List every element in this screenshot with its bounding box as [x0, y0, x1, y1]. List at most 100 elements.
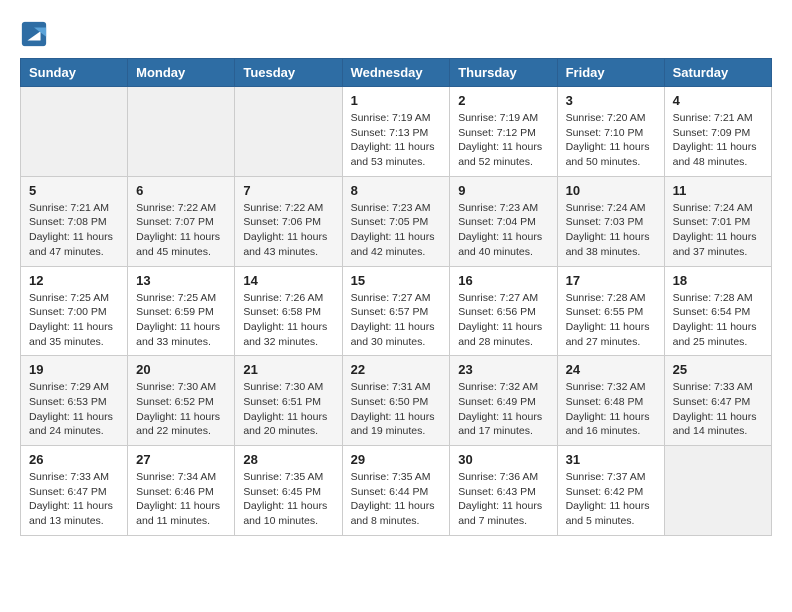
day-number: 20: [136, 362, 226, 377]
calendar-cell: 29 Sunrise: 7:35 AM Sunset: 6:44 PM Dayli…: [342, 446, 450, 536]
calendar-cell: 5Sunrise: 7:21 AM Sunset: 7:08 PM Daylig…: [21, 176, 128, 266]
weekday-header: Saturday: [664, 59, 771, 87]
day-info: Sunrise: 7:28 AM Sunset: 6:55 PM Dayligh…: [566, 291, 656, 350]
calendar-cell: 14 Sunrise: 7:26 AM Sunset: 6:58 PM Dayli…: [235, 266, 342, 356]
calendar-cell: 15 Sunrise: 7:27 AM Sunset: 6:57 PM Dayli…: [342, 266, 450, 356]
day-info: Sunrise: 7:36 AM Sunset: 6:43 PM Dayligh…: [458, 470, 548, 529]
day-number: 29: [351, 452, 442, 467]
day-number: 5: [29, 183, 119, 198]
day-number: 22: [351, 362, 442, 377]
day-number: 9: [458, 183, 548, 198]
day-info: Sunrise: 7:24 AM Sunset: 7:03 PM Dayligh…: [566, 201, 656, 260]
calendar-week-row: 12Sunrise: 7:25 AM Sunset: 7:00 PM Dayli…: [21, 266, 772, 356]
day-info: Sunrise: 7:32 AM Sunset: 6:49 PM Dayligh…: [458, 380, 548, 439]
day-number: 18: [673, 273, 763, 288]
day-number: 1: [351, 93, 442, 108]
day-info: Sunrise: 7:37 AM Sunset: 6:42 PM Dayligh…: [566, 470, 656, 529]
day-info: Sunrise: 7:35 AM Sunset: 6:44 PM Dayligh…: [351, 470, 442, 529]
calendar-cell: 25Sunrise: 7:33 AM Sunset: 6:47 PM Dayli…: [664, 356, 771, 446]
day-info: Sunrise: 7:30 AM Sunset: 6:51 PM Dayligh…: [243, 380, 333, 439]
calendar-body: 1 Sunrise: 7:19 AM Sunset: 7:13 PM Daylig…: [21, 87, 772, 536]
day-info: Sunrise: 7:34 AM Sunset: 6:46 PM Dayligh…: [136, 470, 226, 529]
weekday-header: Sunday: [21, 59, 128, 87]
day-info: Sunrise: 7:23 AM Sunset: 7:04 PM Dayligh…: [458, 201, 548, 260]
day-number: 19: [29, 362, 119, 377]
day-info: Sunrise: 7:26 AM Sunset: 6:58 PM Dayligh…: [243, 291, 333, 350]
day-number: 13: [136, 273, 226, 288]
calendar-week-row: 19 Sunrise: 7:29 AM Sunset: 6:53 PM Dayli…: [21, 356, 772, 446]
weekday-header: Friday: [557, 59, 664, 87]
day-info: Sunrise: 7:29 AM Sunset: 6:53 PM Dayligh…: [29, 380, 119, 439]
calendar-cell: 30 Sunrise: 7:36 AM Sunset: 6:43 PM Dayli…: [450, 446, 557, 536]
calendar: SundayMondayTuesdayWednesdayThursdayFrid…: [20, 58, 772, 536]
day-number: 23: [458, 362, 548, 377]
calendar-cell: 28Sunrise: 7:35 AM Sunset: 6:45 PM Dayli…: [235, 446, 342, 536]
weekday-header: Tuesday: [235, 59, 342, 87]
calendar-cell: 16Sunrise: 7:27 AM Sunset: 6:56 PM Dayli…: [450, 266, 557, 356]
day-number: 10: [566, 183, 656, 198]
day-info: Sunrise: 7:27 AM Sunset: 6:57 PM Dayligh…: [351, 291, 442, 350]
day-number: 17: [566, 273, 656, 288]
calendar-cell: 17 Sunrise: 7:28 AM Sunset: 6:55 PM Dayli…: [557, 266, 664, 356]
day-info: Sunrise: 7:21 AM Sunset: 7:09 PM Dayligh…: [673, 111, 763, 170]
calendar-week-row: 5Sunrise: 7:21 AM Sunset: 7:08 PM Daylig…: [21, 176, 772, 266]
day-number: 28: [243, 452, 333, 467]
day-info: Sunrise: 7:19 AM Sunset: 7:13 PM Dayligh…: [351, 111, 442, 170]
day-info: Sunrise: 7:33 AM Sunset: 6:47 PM Dayligh…: [673, 380, 763, 439]
calendar-cell: 9 Sunrise: 7:23 AM Sunset: 7:04 PM Daylig…: [450, 176, 557, 266]
calendar-cell: 21 Sunrise: 7:30 AM Sunset: 6:51 PM Dayli…: [235, 356, 342, 446]
day-number: 21: [243, 362, 333, 377]
day-info: Sunrise: 7:33 AM Sunset: 6:47 PM Dayligh…: [29, 470, 119, 529]
day-info: Sunrise: 7:32 AM Sunset: 6:48 PM Dayligh…: [566, 380, 656, 439]
calendar-cell: 4 Sunrise: 7:21 AM Sunset: 7:09 PM Daylig…: [664, 87, 771, 177]
day-info: Sunrise: 7:28 AM Sunset: 6:54 PM Dayligh…: [673, 291, 763, 350]
day-number: 16: [458, 273, 548, 288]
day-number: 27: [136, 452, 226, 467]
weekday-header: Wednesday: [342, 59, 450, 87]
calendar-cell: 23 Sunrise: 7:32 AM Sunset: 6:49 PM Dayli…: [450, 356, 557, 446]
calendar-cell: 7Sunrise: 7:22 AM Sunset: 7:06 PM Daylig…: [235, 176, 342, 266]
day-number: 26: [29, 452, 119, 467]
day-info: Sunrise: 7:24 AM Sunset: 7:01 PM Dayligh…: [673, 201, 763, 260]
day-number: 14: [243, 273, 333, 288]
day-info: Sunrise: 7:31 AM Sunset: 6:50 PM Dayligh…: [351, 380, 442, 439]
day-number: 8: [351, 183, 442, 198]
day-number: 6: [136, 183, 226, 198]
calendar-cell: 2 Sunrise: 7:19 AM Sunset: 7:12 PM Daylig…: [450, 87, 557, 177]
day-number: 30: [458, 452, 548, 467]
day-info: Sunrise: 7:22 AM Sunset: 7:06 PM Dayligh…: [243, 201, 333, 260]
day-info: Sunrise: 7:23 AM Sunset: 7:05 PM Dayligh…: [351, 201, 442, 260]
calendar-week-row: 26 Sunrise: 7:33 AM Sunset: 6:47 PM Dayli…: [21, 446, 772, 536]
day-number: 11: [673, 183, 763, 198]
calendar-cell: 31 Sunrise: 7:37 AM Sunset: 6:42 PM Dayli…: [557, 446, 664, 536]
day-info: Sunrise: 7:25 AM Sunset: 6:59 PM Dayligh…: [136, 291, 226, 350]
calendar-cell: 13 Sunrise: 7:25 AM Sunset: 6:59 PM Dayli…: [128, 266, 235, 356]
day-number: 2: [458, 93, 548, 108]
page-header: [20, 20, 772, 48]
day-number: 24: [566, 362, 656, 377]
day-info: Sunrise: 7:30 AM Sunset: 6:52 PM Dayligh…: [136, 380, 226, 439]
day-info: Sunrise: 7:20 AM Sunset: 7:10 PM Dayligh…: [566, 111, 656, 170]
day-number: 31: [566, 452, 656, 467]
day-number: 12: [29, 273, 119, 288]
day-number: 15: [351, 273, 442, 288]
calendar-cell: 1 Sunrise: 7:19 AM Sunset: 7:13 PM Daylig…: [342, 87, 450, 177]
calendar-header-row: SundayMondayTuesdayWednesdayThursdayFrid…: [21, 59, 772, 87]
calendar-cell: 3 Sunrise: 7:20 AM Sunset: 7:10 PM Daylig…: [557, 87, 664, 177]
calendar-cell: 24 Sunrise: 7:32 AM Sunset: 6:48 PM Dayli…: [557, 356, 664, 446]
calendar-cell: 18 Sunrise: 7:28 AM Sunset: 6:54 PM Dayli…: [664, 266, 771, 356]
calendar-cell: [664, 446, 771, 536]
calendar-cell: 8 Sunrise: 7:23 AM Sunset: 7:05 PM Daylig…: [342, 176, 450, 266]
calendar-cell: 22 Sunrise: 7:31 AM Sunset: 6:50 PM Dayli…: [342, 356, 450, 446]
day-info: Sunrise: 7:22 AM Sunset: 7:07 PM Dayligh…: [136, 201, 226, 260]
day-number: 4: [673, 93, 763, 108]
calendar-cell: 12Sunrise: 7:25 AM Sunset: 7:00 PM Dayli…: [21, 266, 128, 356]
day-number: 3: [566, 93, 656, 108]
calendar-cell: 27 Sunrise: 7:34 AM Sunset: 6:46 PM Dayli…: [128, 446, 235, 536]
day-info: Sunrise: 7:19 AM Sunset: 7:12 PM Dayligh…: [458, 111, 548, 170]
calendar-cell: 6 Sunrise: 7:22 AM Sunset: 7:07 PM Daylig…: [128, 176, 235, 266]
calendar-cell: 10 Sunrise: 7:24 AM Sunset: 7:03 PM Dayli…: [557, 176, 664, 266]
calendar-cell: 26 Sunrise: 7:33 AM Sunset: 6:47 PM Dayli…: [21, 446, 128, 536]
logo-icon: [20, 20, 48, 48]
calendar-cell: [128, 87, 235, 177]
